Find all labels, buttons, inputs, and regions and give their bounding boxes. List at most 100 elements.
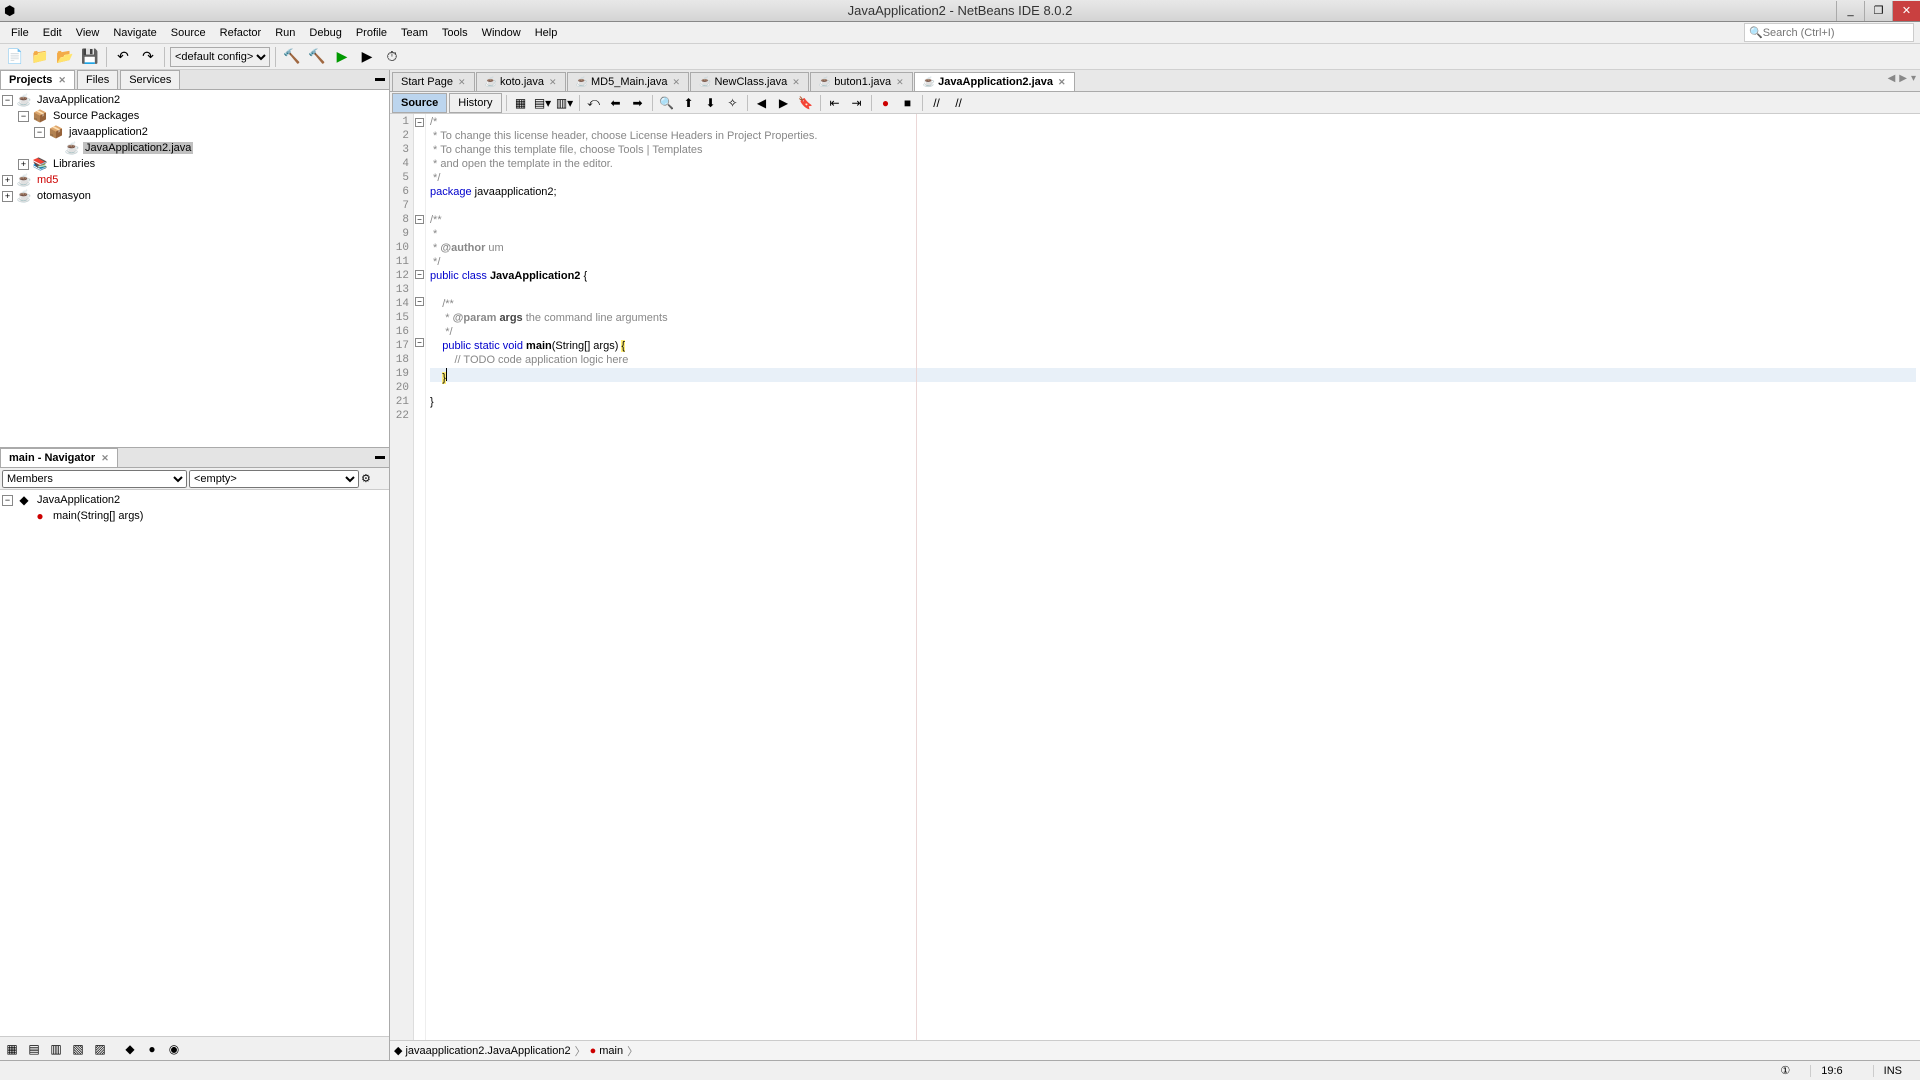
expand-icon[interactable]: +	[18, 159, 29, 170]
menu-refactor[interactable]: Refactor	[213, 25, 269, 41]
filter-icon[interactable]: ⚙	[361, 472, 371, 485]
start-macro-icon[interactable]: ●	[876, 94, 896, 112]
profile-button[interactable]: ⏱	[381, 46, 403, 68]
last-edit-icon[interactable]: ⤺	[584, 94, 604, 112]
close-icon[interactable]: ✕	[672, 77, 680, 88]
filter-icon[interactable]: ▤	[24, 1039, 44, 1059]
libraries-node[interactable]: Libraries	[51, 158, 97, 170]
close-icon[interactable]: ✕	[101, 453, 109, 464]
tab-services[interactable]: Services	[120, 70, 180, 89]
tab-koto[interactable]: ☕koto.java✕	[476, 72, 566, 91]
breadcrumb-method[interactable]: ●main	[590, 1045, 624, 1057]
tab-md5-main[interactable]: ☕MD5_Main.java✕	[567, 72, 689, 91]
tab-files[interactable]: Files	[77, 70, 118, 89]
expand-icon[interactable]: +	[2, 175, 13, 186]
find-selection-icon[interactable]: 🔍	[657, 94, 677, 112]
new-file-button[interactable]: 📄	[4, 46, 26, 68]
filter-icon[interactable]: ◆	[120, 1039, 140, 1059]
tab-newclass[interactable]: ☕NewClass.java✕	[690, 72, 809, 91]
uncomment-icon[interactable]: //	[949, 94, 969, 112]
maximize-button[interactable]: ❐	[1864, 1, 1892, 21]
redo-button[interactable]: ↷	[137, 46, 159, 68]
menu-window[interactable]: Window	[475, 25, 528, 41]
notifications-icon[interactable]: ①	[1780, 1064, 1790, 1077]
fold-gutter[interactable]: − − − − −	[414, 114, 426, 1040]
prev-bookmark-icon[interactable]: ◀	[752, 94, 772, 112]
editor-tool-icon[interactable]: ▤▾	[533, 94, 553, 112]
prev-tab-icon[interactable]: ◀	[1888, 73, 1896, 84]
package-node[interactable]: javaapplication2	[67, 126, 150, 138]
java-file-node[interactable]: JavaApplication2.java	[83, 142, 193, 154]
breadcrumb-class[interactable]: ◆javaapplication2.JavaApplication2	[394, 1044, 571, 1057]
shift-left-icon[interactable]: ⇤	[825, 94, 845, 112]
run-button[interactable]: ▶	[331, 46, 353, 68]
collapse-icon[interactable]: −	[2, 495, 13, 506]
next-tab-icon[interactable]: ▶	[1899, 73, 1907, 84]
menu-debug[interactable]: Debug	[302, 25, 348, 41]
filter-icon[interactable]: ▦	[2, 1039, 22, 1059]
forward-icon[interactable]: ➡	[628, 94, 648, 112]
close-icon[interactable]: ✕	[58, 75, 66, 86]
toggle-bookmark-icon[interactable]: 🔖	[796, 94, 816, 112]
close-icon[interactable]: ✕	[792, 77, 800, 88]
class-node[interactable]: JavaApplication2	[35, 494, 122, 506]
source-packages-node[interactable]: Source Packages	[51, 110, 141, 122]
filter-icon[interactable]: ●	[142, 1039, 162, 1059]
menu-tools[interactable]: Tools	[435, 25, 475, 41]
search-input[interactable]	[1763, 27, 1909, 39]
collapse-icon[interactable]: −	[2, 95, 13, 106]
tab-list-icon[interactable]: ▾	[1911, 73, 1916, 84]
build-button[interactable]: 🔨	[281, 46, 303, 68]
navigator-tree[interactable]: −◆JavaApplication2 ●main(String[] args)	[0, 490, 389, 1036]
close-icon[interactable]: ✕	[549, 77, 557, 88]
close-button[interactable]: ✕	[1892, 1, 1920, 21]
code-content[interactable]: /* * To change this license header, choo…	[426, 114, 1920, 1040]
menu-run[interactable]: Run	[268, 25, 302, 41]
tab-projects[interactable]: Projects✕	[0, 70, 75, 89]
tab-navigator[interactable]: main - Navigator✕	[0, 448, 118, 467]
stop-macro-icon[interactable]: ■	[898, 94, 918, 112]
close-icon[interactable]: ✕	[1058, 77, 1066, 88]
save-all-button[interactable]: 💾	[79, 46, 101, 68]
minimize-panel-icon[interactable]: ▬	[375, 451, 385, 462]
insert-mode[interactable]: INS	[1873, 1065, 1912, 1077]
comment-icon[interactable]: //	[927, 94, 947, 112]
undo-button[interactable]: ↶	[112, 46, 134, 68]
menu-file[interactable]: File	[4, 25, 36, 41]
method-node[interactable]: main(String[] args)	[51, 510, 145, 522]
menu-team[interactable]: Team	[394, 25, 435, 41]
project-node-otomasyon[interactable]: otomasyon	[35, 190, 93, 202]
open-button[interactable]: 📂	[54, 46, 76, 68]
menu-navigate[interactable]: Navigate	[106, 25, 163, 41]
filter-select[interactable]: <empty>	[189, 470, 359, 488]
filter-icon[interactable]: ▥	[46, 1039, 66, 1059]
menu-edit[interactable]: Edit	[36, 25, 69, 41]
clean-build-button[interactable]: 🔨	[306, 46, 328, 68]
project-node[interactable]: JavaApplication2	[35, 94, 122, 106]
tab-javaapplication2[interactable]: ☕JavaApplication2.java✕	[914, 72, 1075, 91]
menu-profile[interactable]: Profile	[349, 25, 394, 41]
filter-icon[interactable]: ▧	[68, 1039, 88, 1059]
members-view-select[interactable]: Members	[2, 470, 187, 488]
menu-view[interactable]: View	[69, 25, 107, 41]
source-view-tab[interactable]: Source	[392, 93, 447, 113]
filter-icon[interactable]: ▨	[90, 1039, 110, 1059]
find-prev-icon[interactable]: ⬆	[679, 94, 699, 112]
menu-help[interactable]: Help	[528, 25, 565, 41]
editor-tool-icon[interactable]: ▥▾	[555, 94, 575, 112]
tab-buton1[interactable]: ☕buton1.java✕	[810, 72, 913, 91]
config-select[interactable]: <default config>	[170, 47, 270, 67]
close-icon[interactable]: ✕	[458, 77, 466, 88]
code-editor[interactable]: 12345678910111213141516171819202122 − − …	[390, 114, 1920, 1040]
collapse-icon[interactable]: −	[18, 111, 29, 122]
quick-search[interactable]: 🔍	[1744, 23, 1914, 42]
close-icon[interactable]: ✕	[896, 77, 904, 88]
toggle-highlight-icon[interactable]: ✧	[723, 94, 743, 112]
expand-icon[interactable]: +	[2, 191, 13, 202]
back-icon[interactable]: ⬅	[606, 94, 626, 112]
next-bookmark-icon[interactable]: ▶	[774, 94, 794, 112]
find-next-icon[interactable]: ⬇	[701, 94, 721, 112]
project-node-md5[interactable]: md5	[35, 174, 60, 186]
projects-tree[interactable]: −☕JavaApplication2 −📦Source Packages −📦j…	[0, 90, 389, 448]
history-view-tab[interactable]: History	[449, 93, 501, 113]
